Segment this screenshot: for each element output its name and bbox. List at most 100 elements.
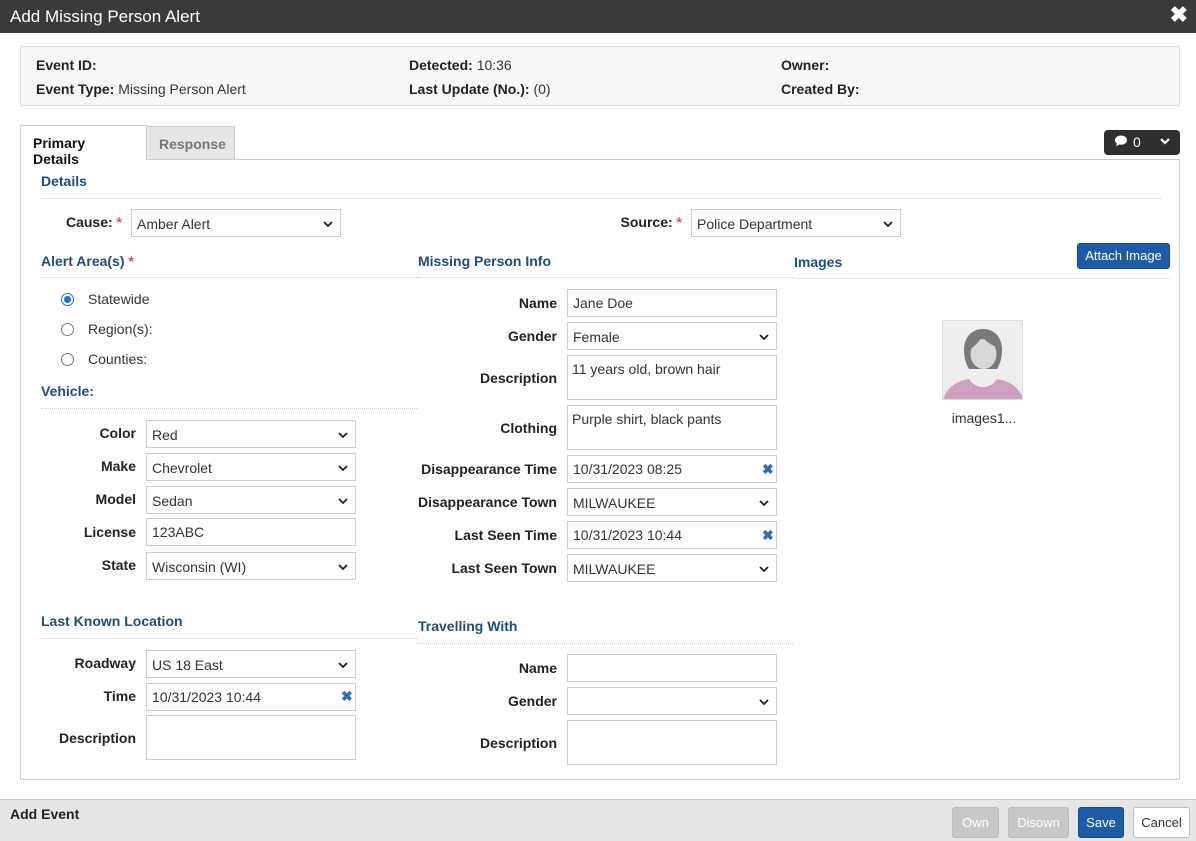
- attach-image-button[interactable]: Attach Image: [1077, 243, 1170, 269]
- companion-gender-label: Gender: [507, 693, 557, 709]
- chevron-down-icon: [759, 500, 769, 507]
- vehicle-license-input[interactable]: [146, 518, 356, 546]
- vehicle-make-label: Make: [100, 458, 136, 474]
- companion-description-input[interactable]: [567, 720, 777, 765]
- event-type-label: Event Type:: [36, 81, 115, 97]
- source-select[interactable]: Police Department: [691, 209, 901, 237]
- disappearance-time-input[interactable]: [567, 455, 777, 483]
- travelling-with-heading: Travelling With: [418, 618, 518, 634]
- chevron-down-icon: [759, 699, 769, 706]
- location-description-input[interactable]: [146, 715, 356, 760]
- vehicle-model-label: Model: [95, 491, 136, 507]
- chevron-down-icon: [1159, 132, 1171, 153]
- tab-primary-details[interactable]: Primary Details: [20, 125, 147, 167]
- chevron-down-icon: [338, 564, 348, 571]
- divider: [41, 408, 417, 409]
- chevron-down-icon: [338, 498, 348, 505]
- person-clothing-input[interactable]: Purple shirt, black pants: [567, 405, 777, 450]
- vehicle-license-label: License: [83, 524, 136, 540]
- source-value: Police Department: [697, 216, 813, 232]
- last-seen-time-input[interactable]: [567, 521, 777, 549]
- image-thumbnail-label: images1...: [951, 410, 1017, 426]
- event-id-label: Event ID:: [36, 57, 97, 73]
- person-clothing-label: Clothing: [500, 420, 557, 436]
- divider: [417, 277, 793, 278]
- chevron-down-icon: [338, 662, 348, 669]
- person-description-input[interactable]: 11 years old, brown hair: [567, 355, 777, 400]
- vehicle-color-select[interactable]: Red: [146, 420, 356, 448]
- detected-value: 10:36: [476, 57, 512, 73]
- tab-response[interactable]: Response: [146, 126, 235, 161]
- cancel-button[interactable]: Cancel: [1133, 807, 1190, 838]
- disappearance-time-label: Disappearance Time: [421, 461, 557, 477]
- counties-radio[interactable]: [61, 353, 74, 366]
- chevron-down-icon: [883, 221, 893, 228]
- cause-select[interactable]: Amber Alert: [131, 209, 341, 237]
- vehicle-state-value: Wisconsin (WI): [152, 559, 247, 575]
- clear-icon[interactable]: ✖: [762, 461, 774, 478]
- last-seen-time-label: Last Seen Time: [454, 527, 557, 543]
- person-gender-label: Gender: [507, 328, 557, 344]
- chevron-down-icon: [759, 334, 769, 341]
- owner-label: Owner:: [781, 57, 830, 73]
- location-description-label: Description: [58, 730, 136, 746]
- last-known-location-heading: Last Known Location: [41, 613, 183, 629]
- cause-label: Cause: *: [65, 214, 122, 230]
- counties-label: Counties:: [88, 351, 148, 367]
- event-type-value: Missing Person Alert: [118, 81, 246, 97]
- chevron-down-icon: [323, 221, 333, 228]
- vehicle-state-label: State: [101, 557, 136, 573]
- save-button[interactable]: Save: [1078, 807, 1124, 838]
- event-id: Event ID:: [36, 57, 97, 73]
- vehicle-make-value: Chevrolet: [152, 460, 212, 476]
- vehicle-model-select[interactable]: Sedan: [146, 486, 356, 514]
- roadway-select[interactable]: US 18 East: [146, 650, 356, 678]
- details-heading: Details: [41, 173, 87, 189]
- statewide-label: Statewide: [88, 291, 150, 307]
- companion-name-input[interactable]: [567, 654, 777, 682]
- event-info-panel: Event ID: Event Type: Missing Person Ale…: [20, 46, 1180, 106]
- cause-value: Amber Alert: [137, 216, 211, 232]
- divider: [41, 198, 1161, 199]
- own-button[interactable]: Own: [952, 807, 999, 838]
- last-seen-town-select[interactable]: MILWAUKEE: [567, 554, 777, 582]
- roadway-value: US 18 East: [152, 657, 223, 673]
- divider: [41, 277, 417, 278]
- image-thumbnail[interactable]: [942, 320, 1023, 400]
- disappearance-town-value: MILWAUKEE: [573, 495, 656, 511]
- location-time-input[interactable]: [146, 683, 356, 711]
- detected-label: Detected:: [409, 57, 473, 73]
- chevron-down-icon: [338, 432, 348, 439]
- disown-button[interactable]: Disown: [1008, 807, 1069, 838]
- alert-area-heading: Alert Area(s) *: [41, 253, 134, 269]
- divider: [793, 278, 1170, 279]
- person-name-input[interactable]: [567, 289, 777, 317]
- clear-icon[interactable]: ✖: [341, 688, 353, 705]
- source-label: Source: *: [620, 214, 682, 230]
- last-seen-town-label: Last Seen Town: [451, 560, 557, 576]
- comment-icon: [1114, 134, 1128, 151]
- chevron-down-icon: [338, 465, 348, 472]
- clear-icon[interactable]: ✖: [762, 527, 774, 544]
- close-icon[interactable]: ✖: [1170, 3, 1188, 27]
- last-seen-town-value: MILWAUKEE: [573, 561, 656, 577]
- event-type: Event Type: Missing Person Alert: [36, 81, 246, 97]
- images-heading: Images: [794, 254, 843, 270]
- detected: Detected: 10:36: [409, 57, 512, 73]
- created-by: Created By:: [781, 81, 860, 97]
- statewide-radio[interactable]: [61, 293, 74, 306]
- disappearance-town-label: Disappearance Town: [417, 494, 557, 510]
- roadway-label: Roadway: [74, 655, 136, 671]
- disappearance-town-select[interactable]: MILWAUKEE: [567, 488, 777, 516]
- comments-button[interactable]: 0: [1104, 130, 1180, 155]
- comments-count: 0: [1133, 134, 1141, 150]
- companion-gender-select[interactable]: [567, 687, 777, 715]
- vehicle-state-select[interactable]: Wisconsin (WI): [146, 552, 356, 580]
- missing-person-heading: Missing Person Info: [418, 253, 552, 269]
- vehicle-model-value: Sedan: [152, 493, 193, 509]
- person-gender-select[interactable]: Female: [567, 322, 777, 350]
- regions-radio[interactable]: [61, 323, 74, 336]
- companion-name-label: Name: [518, 660, 557, 676]
- footer-title: Add Event: [10, 806, 80, 822]
- vehicle-make-select[interactable]: Chevrolet: [146, 453, 356, 481]
